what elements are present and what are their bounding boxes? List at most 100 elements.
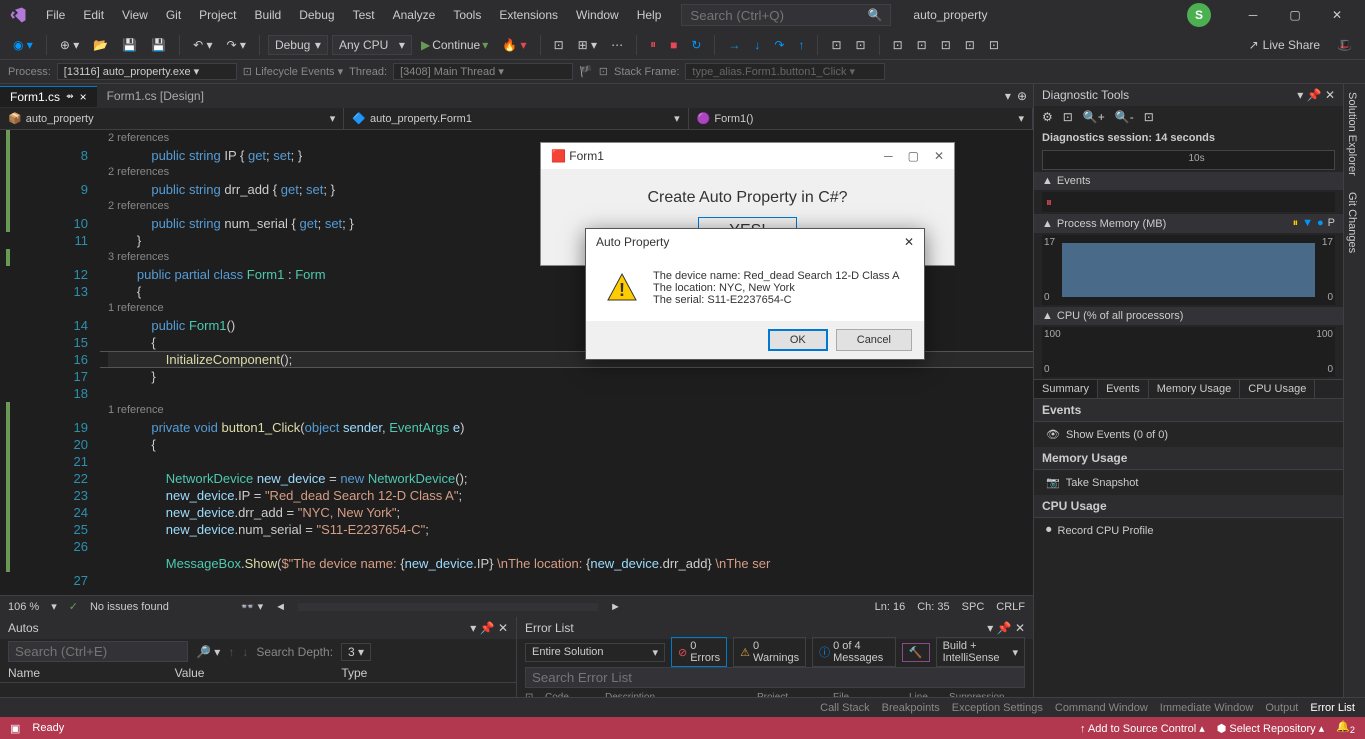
vtab-solution-explorer[interactable]: Solution Explorer bbox=[1344, 84, 1360, 184]
procmem-header[interactable]: ▲ Process Memory (MB)⏸▼●P bbox=[1034, 214, 1343, 233]
step-over-icon[interactable]: ↷ bbox=[769, 35, 789, 55]
step-out-icon[interactable]: ↑ bbox=[793, 35, 809, 55]
menu-debug[interactable]: Debug bbox=[291, 4, 342, 26]
record-cpu-action[interactable]: ⏺ Record CPU Profile bbox=[1034, 518, 1343, 543]
search-input[interactable] bbox=[690, 8, 867, 23]
menu-help[interactable]: Help bbox=[629, 4, 670, 26]
line-ending[interactable]: CRLF bbox=[996, 601, 1025, 613]
global-search[interactable]: 🔍 bbox=[681, 4, 891, 26]
select-tools-icon[interactable]: ⊡ bbox=[1063, 110, 1073, 124]
msgbox-ok-button[interactable]: OK bbox=[768, 329, 828, 351]
diag-tab-cpu[interactable]: CPU Usage bbox=[1240, 380, 1315, 398]
menu-git[interactable]: Git bbox=[158, 4, 189, 26]
diag-timeline[interactable]: 10s bbox=[1042, 150, 1335, 170]
tb-icon-2[interactable]: ⊞ ▾ bbox=[573, 35, 602, 55]
panel-dropdown-icon[interactable]: ▾ bbox=[987, 621, 993, 635]
indent-mode[interactable]: SPC bbox=[962, 601, 985, 613]
redo-icon[interactable]: ↷ ▾ bbox=[222, 35, 251, 55]
menu-test[interactable]: Test bbox=[345, 4, 383, 26]
search-icon[interactable]: 🔎 ▾ bbox=[196, 645, 220, 659]
depth-dropdown[interactable]: 3 ▾ bbox=[341, 643, 371, 661]
messages-filter[interactable]: ⓘ0 of 4 Messages bbox=[812, 637, 896, 667]
add-source-control[interactable]: ↑ Add to Source Control ▴ bbox=[1080, 722, 1205, 735]
menu-window[interactable]: Window bbox=[568, 4, 627, 26]
panel-close-icon[interactable]: ✕ bbox=[498, 621, 508, 635]
menu-build[interactable]: Build bbox=[247, 4, 290, 26]
warnings-filter[interactable]: ⚠0 Warnings bbox=[733, 637, 806, 667]
tab-breakpoints[interactable]: Breakpoints bbox=[882, 702, 940, 714]
stackframe-dropdown[interactable]: type_alias.Form1.button1_Click ▾ bbox=[685, 63, 885, 80]
nav-class[interactable]: 🔷 auto_property.Form1▾ bbox=[344, 108, 688, 129]
tb-misc-3[interactable]: ⊡ bbox=[888, 35, 908, 55]
form1-close[interactable]: ✕ bbox=[934, 149, 944, 163]
live-share-button[interactable]: ↗ Live Share bbox=[1241, 36, 1328, 54]
menu-tools[interactable]: Tools bbox=[445, 4, 489, 26]
msgbox-cancel-button[interactable]: Cancel bbox=[836, 329, 912, 351]
nav-namespace[interactable]: 📦 auto_property▾ bbox=[0, 108, 344, 129]
col-type[interactable]: Type bbox=[341, 666, 508, 680]
new-item-icon[interactable]: ⊕ ▾ bbox=[55, 35, 84, 55]
take-snapshot-action[interactable]: 📷 Take Snapshot bbox=[1034, 470, 1343, 495]
tb-misc-5[interactable]: ⊡ bbox=[936, 35, 956, 55]
tb-icon-3[interactable]: ⋯ bbox=[606, 35, 628, 55]
tab-form1-design[interactable]: Form1.cs [Design] bbox=[97, 86, 214, 106]
thread-icon[interactable]: ⊡ bbox=[599, 65, 608, 78]
feedback-icon[interactable]: 🎩 bbox=[1332, 35, 1357, 55]
menu-analyze[interactable]: Analyze bbox=[385, 4, 444, 26]
restart-icon[interactable]: ↻ bbox=[686, 35, 706, 55]
pin-icon[interactable]: ⇴ bbox=[66, 91, 74, 102]
tab-exception-settings[interactable]: Exception Settings bbox=[952, 702, 1043, 714]
nav-up-icon[interactable]: ↑ bbox=[228, 645, 234, 659]
menu-view[interactable]: View bbox=[114, 4, 156, 26]
nav-down-icon[interactable]: ↓ bbox=[242, 645, 248, 659]
diag-tab-summary[interactable]: Summary bbox=[1034, 380, 1098, 398]
zoom-in-icon[interactable]: 🔍+ bbox=[1083, 110, 1105, 124]
platform-dropdown[interactable]: Any CPU▾ bbox=[332, 35, 412, 55]
cpu-chart[interactable]: 100 100 0 0 bbox=[1042, 327, 1335, 377]
step-into-icon[interactable]: ↓ bbox=[749, 35, 765, 55]
tab-command-window[interactable]: Command Window bbox=[1055, 702, 1148, 714]
autos-search-input[interactable] bbox=[8, 641, 188, 662]
save-icon[interactable]: 💾 bbox=[117, 35, 142, 55]
save-all-icon[interactable]: 💾 bbox=[146, 35, 171, 55]
tab-errorlist[interactable]: Error List bbox=[1310, 702, 1355, 714]
msgbox-close-icon[interactable]: ✕ bbox=[904, 235, 914, 249]
form1-minimize[interactable]: ─ bbox=[884, 149, 893, 163]
tab-immediate-window[interactable]: Immediate Window bbox=[1160, 702, 1254, 714]
panel-pin-icon[interactable]: 📌 bbox=[997, 621, 1012, 635]
memory-chart[interactable]: 17 17 0 0 bbox=[1042, 235, 1335, 305]
pause-icon[interactable]: ⏸ bbox=[645, 34, 661, 55]
panel-pin-icon[interactable]: 📌 bbox=[1307, 88, 1322, 102]
scope-dropdown[interactable]: Entire Solution▾ bbox=[525, 643, 665, 662]
menu-extensions[interactable]: Extensions bbox=[491, 4, 566, 26]
tb-misc-1[interactable]: ⊡ bbox=[826, 35, 846, 55]
thread-dropdown[interactable]: [3408] Main Thread ▾ bbox=[393, 63, 573, 80]
tb-misc-6[interactable]: ⊡ bbox=[960, 35, 980, 55]
col-value[interactable]: Value bbox=[175, 666, 342, 680]
undo-icon[interactable]: ↶ ▾ bbox=[188, 35, 217, 55]
maximize-button[interactable]: ▢ bbox=[1275, 0, 1315, 30]
tab-dropdown-icon[interactable]: ▾ bbox=[1005, 89, 1011, 103]
build-filter[interactable]: 🔨 bbox=[902, 643, 930, 662]
notifications-icon[interactable]: 🔔2 bbox=[1336, 720, 1355, 735]
panel-dropdown-icon[interactable]: ▾ bbox=[470, 621, 476, 635]
tab-add-icon[interactable]: ⊕ bbox=[1017, 89, 1027, 103]
issues-status[interactable]: No issues found bbox=[90, 601, 169, 613]
tb-misc-4[interactable]: ⊡ bbox=[912, 35, 932, 55]
col-name[interactable]: Name bbox=[8, 666, 175, 680]
panel-close-icon[interactable]: ✕ bbox=[1325, 88, 1335, 102]
tab-form1-cs[interactable]: Form1.cs ⇴ × bbox=[0, 86, 97, 107]
step-icon[interactable]: → bbox=[723, 35, 745, 55]
vtab-git-changes[interactable]: Git Changes bbox=[1344, 184, 1360, 261]
reset-zoom-icon[interactable]: ⊡ bbox=[1144, 110, 1154, 124]
panel-dropdown-icon[interactable]: ▾ bbox=[1297, 88, 1303, 102]
zoom-out-icon[interactable]: 🔍- bbox=[1115, 110, 1134, 124]
tb-misc-7[interactable]: ⊡ bbox=[984, 35, 1004, 55]
zoom-level[interactable]: 106 % bbox=[8, 601, 39, 613]
cpu-header[interactable]: ▲ CPU (% of all processors) bbox=[1034, 307, 1343, 325]
gear-icon[interactable]: ⚙ bbox=[1042, 110, 1053, 124]
show-events-action[interactable]: 👁 Show Events (0 of 0) bbox=[1034, 422, 1343, 447]
select-repository[interactable]: ⬢ Select Repository ▴ bbox=[1217, 722, 1324, 735]
diag-tab-events[interactable]: Events bbox=[1098, 380, 1149, 398]
nav-method[interactable]: 🟣 Form1()▾ bbox=[689, 108, 1033, 129]
